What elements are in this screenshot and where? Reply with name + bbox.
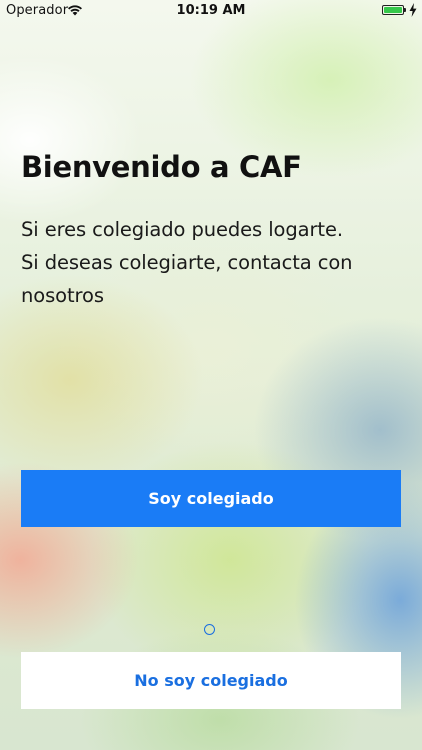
description-line: nosotros	[21, 284, 104, 307]
status-bar: Operador 10:19 AM	[0, 0, 422, 22]
battery-level	[384, 7, 402, 13]
welcome-title: Bienvenido a CAF	[21, 150, 302, 184]
battery-icon	[382, 5, 404, 15]
blurred-background	[0, 0, 422, 750]
member-login-button[interactable]: Soy colegiado	[21, 470, 401, 527]
activity-indicator	[204, 624, 215, 635]
charging-bolt-icon	[409, 3, 417, 17]
welcome-description: Si eres colegiado puedes logarte. Si des…	[21, 213, 416, 312]
status-time: 10:19 AM	[176, 3, 246, 18]
non-member-button[interactable]: No soy colegiado	[21, 652, 401, 709]
battery-tip	[404, 8, 406, 12]
description-line: Si deseas colegiarte, contacta con	[21, 251, 353, 274]
description-line: Si eres colegiado puedes logarte.	[21, 218, 343, 241]
